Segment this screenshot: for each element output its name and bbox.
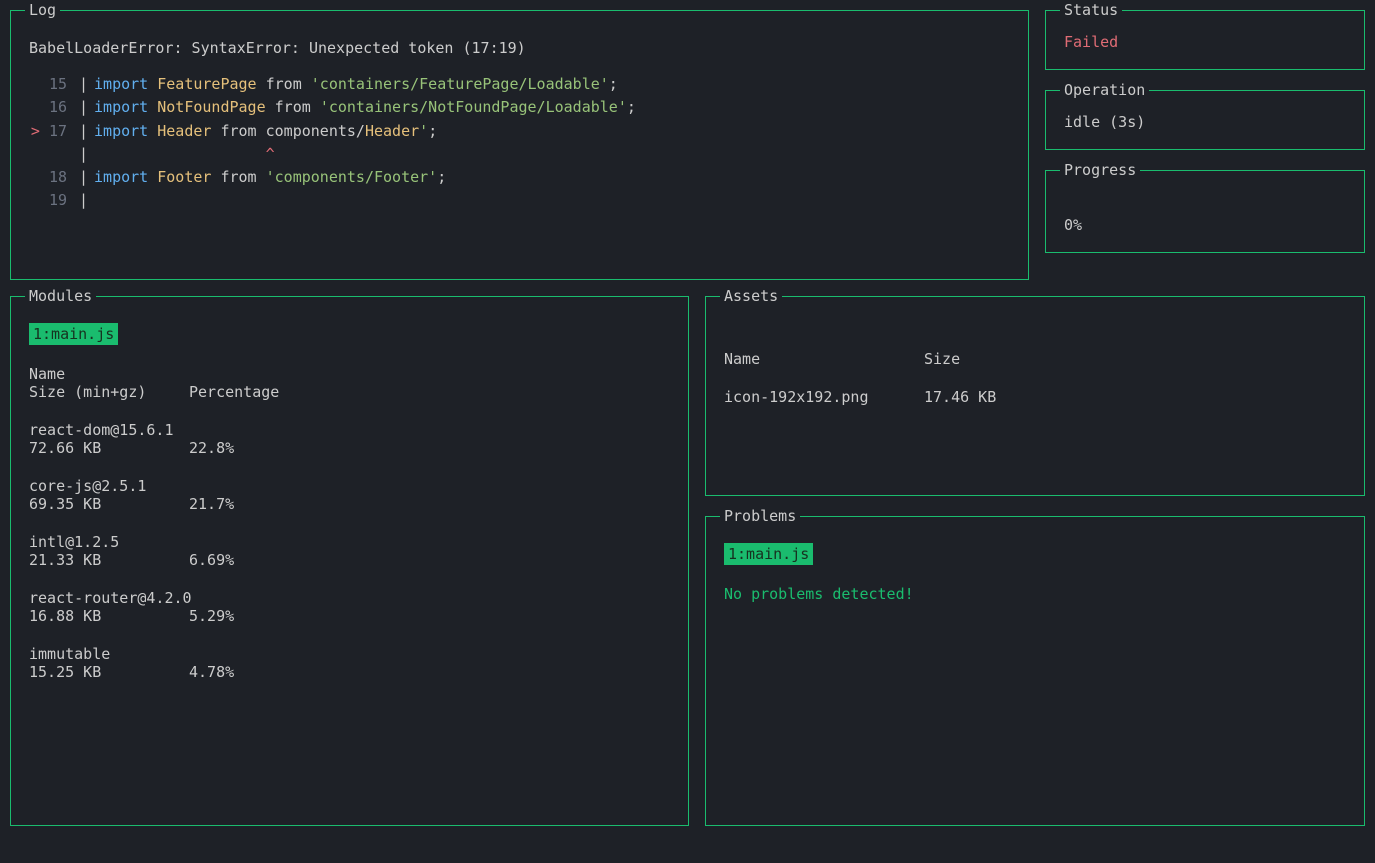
module-row: react-router@4.2.0 16.88 KB5.29% (29, 589, 670, 625)
code-line: 15 | import FeaturePage from 'containers… (29, 73, 1010, 96)
module-size: 21.33 KB (29, 551, 189, 569)
module-pct: 4.78% (189, 663, 234, 681)
module-pct: 6.69% (189, 551, 234, 569)
log-title: Log (25, 1, 60, 19)
module-name: core-js@2.5.1 (29, 477, 670, 495)
gutter-pipe: | (73, 189, 94, 212)
problems-ok-message: No problems detected! (724, 585, 1346, 603)
code-block: 15 | import FeaturePage from 'containers… (29, 73, 1010, 213)
module-row: react-dom@15.6.1 72.66 KB22.8% (29, 421, 670, 457)
modules-header: Name Size (min+gz) Percentage (29, 365, 670, 401)
status-value: Failed (1064, 33, 1346, 51)
progress-panel: Progress 0% (1045, 170, 1365, 253)
line-number: 16 (29, 96, 73, 119)
progress-value: 0% (1064, 216, 1346, 234)
line-number: 18 (29, 166, 73, 189)
modules-badge[interactable]: 1:main.js (29, 323, 118, 345)
asset-size: 17.46 KB (924, 388, 996, 406)
modules-header-name: Name (29, 365, 670, 383)
problems-badge[interactable]: 1:main.js (724, 543, 813, 565)
problems-title: Problems (720, 507, 800, 525)
assets-panel: Assets Name Size icon-192x192.png 17.46 … (705, 296, 1365, 496)
module-name: react-router@4.2.0 (29, 589, 670, 607)
code-line-error: > 17 | import Header from components/Hea… (29, 120, 1010, 143)
problems-panel: Problems 1:main.js No problems detected! (705, 516, 1365, 826)
gutter-pipe: | (73, 73, 94, 96)
module-name: immutable (29, 645, 670, 663)
status-column: Status Failed Operation idle (3s) Progre… (1045, 10, 1365, 280)
modules-header-size: Size (min+gz) (29, 383, 189, 401)
code-line: 16 | import NotFoundPage from 'container… (29, 96, 1010, 119)
error-caret-icon: ^ (266, 145, 275, 163)
module-row: core-js@2.5.1 69.35 KB21.7% (29, 477, 670, 513)
status-title: Status (1060, 1, 1122, 19)
asset-row: icon-192x192.png 17.46 KB (724, 388, 1346, 406)
operation-title: Operation (1060, 81, 1149, 99)
modules-header-pct: Percentage (189, 383, 279, 401)
asset-name: icon-192x192.png (724, 388, 924, 406)
modules-list: react-dom@15.6.1 72.66 KB22.8% core-js@2… (29, 421, 670, 681)
module-name: react-dom@15.6.1 (29, 421, 670, 439)
assets-header: Name Size (724, 350, 1346, 368)
line-number: 15 (29, 73, 73, 96)
gutter-pipe: | (73, 96, 94, 119)
progress-title: Progress (1060, 161, 1140, 179)
module-row: immutable 15.25 KB4.78% (29, 645, 670, 681)
module-pct: 22.8% (189, 439, 234, 457)
assets-title: Assets (720, 287, 782, 305)
operation-panel: Operation idle (3s) (1045, 90, 1365, 150)
module-pct: 21.7% (189, 495, 234, 513)
gutter-pipe: | (73, 166, 94, 189)
modules-panel: Modules 1:main.js Name Size (min+gz) Per… (10, 296, 689, 826)
module-name: intl@1.2.5 (29, 533, 670, 551)
module-size: 72.66 KB (29, 439, 189, 457)
gutter-pipe: | (73, 120, 94, 143)
module-size: 15.25 KB (29, 663, 189, 681)
operation-value: idle (3s) (1064, 113, 1346, 131)
error-marker: > (31, 122, 40, 140)
log-error-message: BabelLoaderError: SyntaxError: Unexpecte… (29, 39, 1010, 57)
code-caret-line: | ^ (29, 143, 1010, 166)
module-size: 16.88 KB (29, 607, 189, 625)
modules-title: Modules (25, 287, 96, 305)
log-panel: Log BabelLoaderError: SyntaxError: Unexp… (10, 10, 1029, 280)
status-panel: Status Failed (1045, 10, 1365, 70)
assets-header-name: Name (724, 350, 924, 368)
module-pct: 5.29% (189, 607, 234, 625)
line-number: > 17 (29, 120, 73, 143)
code-line: 19 | (29, 189, 1010, 212)
module-row: intl@1.2.5 21.33 KB6.69% (29, 533, 670, 569)
line-number: 19 (29, 189, 73, 212)
module-size: 69.35 KB (29, 495, 189, 513)
gutter-pipe: | (73, 143, 94, 166)
assets-header-size: Size (924, 350, 960, 368)
code-line: 18 | import Footer from 'components/Foot… (29, 166, 1010, 189)
